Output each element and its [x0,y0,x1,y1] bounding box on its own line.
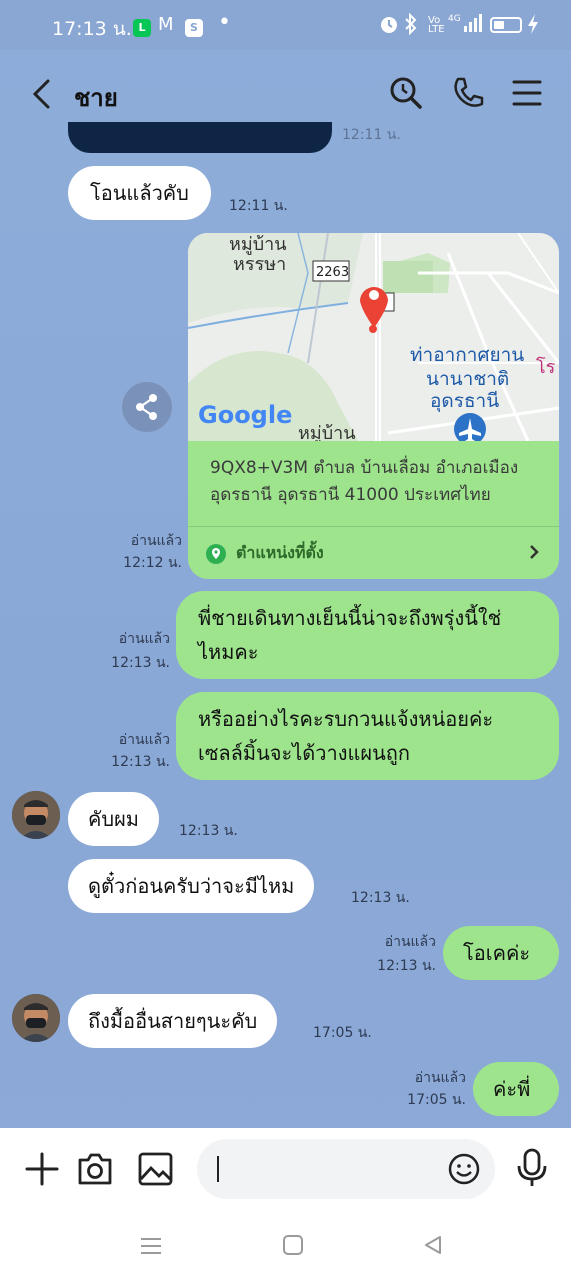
message-bubble-outgoing[interactable]: โอเคค่ะ [443,926,559,980]
system-nav-bar [0,1216,571,1280]
read-receipt: อ่านแล้ว [384,934,436,950]
message-time: 12:13 น. [179,823,238,839]
map-road-number: 2263 [316,265,349,280]
message-bubble-outgoing[interactable]: หรืออย่างไรคะรบกวนแจ้งหน่อยค่ะ เซลล์มิ้น… [176,692,559,780]
menu-icon[interactable] [512,76,546,110]
read-receipt: อ่านแล้ว [414,1070,466,1086]
message-text: คับผม [88,807,139,831]
location-address: 9QX8+V3M ตำบล บ้านเลื่อม อำเภอเมือง อุดร… [210,458,519,505]
divider [188,526,559,527]
s-app-icon: S [185,14,203,37]
location-label: ตำแหน่งที่ตั้ง [236,543,324,562]
message-text: ถึงมื้ออื่นสายๆนะคับ [88,1009,258,1033]
message-time: 12:13 น. [377,958,436,974]
message-bubble-incoming[interactable]: คับผม [68,792,159,846]
line-app-icon: L [133,14,151,37]
plus-icon[interactable] [23,1150,61,1188]
map-label: หมู่บ้าน [229,234,287,255]
message-bubble-outgoing[interactable]: พี่ชายเดินทางเย็นนี้น่าจะถึงพรุ่งนี้ใช่ไ… [176,591,559,679]
emoji-icon[interactable] [447,1152,481,1190]
bluetooth-icon [404,12,418,40]
map-label: หมู่บ้าน [298,423,356,441]
map-label: นานาชาติ [426,368,509,390]
recent-apps-icon[interactable] [139,1234,163,1262]
message-time: 12:11 น. [229,198,288,214]
map-preview[interactable]: 2263 หมู่บ้าน หรรษา ท่าอากาศยาน นานาชาติ… [188,233,559,445]
google-logo: Google [198,401,292,429]
avatar[interactable] [12,791,60,839]
network-label: 4G [448,14,461,24]
message-text: โอเคค่ะ [463,941,531,965]
message-time: 12:13 น. [111,655,170,671]
search-icon[interactable] [389,76,423,110]
message-text: หรืออย่างไรคะรบกวนแจ้งหน่อยค่ะ เซลล์มิ้น… [198,707,494,765]
message-input[interactable] [197,1139,495,1199]
image-icon[interactable] [137,1150,175,1188]
status-bar: 17:13 น. L M S • Vo LTE 4G [0,0,571,50]
read-receipt: อ่านแล้ว [118,631,170,647]
svg-text:โร: โร [536,356,556,378]
battery-icon [490,17,522,33]
message-text: โอนแล้วคับ [90,181,189,205]
message-time: 12:13 น. [111,754,170,770]
read-receipt: อ่านแล้ว [130,533,182,549]
message-bubble-incoming[interactable]: ถึงมื้ออื่นสายๆนะคับ [68,994,278,1048]
signal-icon: 4G [448,12,482,39]
share-button[interactable] [122,382,172,432]
message-input-bar [0,1128,571,1216]
chat-app: 17:13 น. L M S • Vo LTE 4G ชาย 12:11 น. … [0,0,571,1280]
message-text: ดูตั๋วก่อนครับว่าจะมีไหม [88,874,295,898]
message-time: 12:11 น. [342,127,401,143]
back-nav-icon[interactable] [422,1234,444,1260]
volte-icon: Vo LTE [428,15,445,35]
chat-header: ชาย [0,50,571,132]
notification-dot-icon: • [218,10,231,35]
message-time: 12:13 น. [351,890,410,906]
avatar[interactable] [12,994,60,1042]
message-bubble-incoming[interactable]: ดูตั๋วก่อนครับว่าจะมีไหม [68,859,315,913]
microphone-icon[interactable] [513,1148,551,1186]
message-bubble-outgoing[interactable]: ค่ะพี่ [473,1062,559,1116]
text-cursor [217,1156,219,1182]
alarm-icon [379,13,399,40]
message-time: 12:12 น. [123,555,182,571]
message-time: 17:05 น. [313,1025,372,1041]
charging-icon [527,13,539,40]
camera-icon[interactable] [76,1150,114,1188]
gmail-icon: M [158,14,174,35]
message-bubble-incoming[interactable]: โอนแล้วคับ [68,166,211,220]
read-receipt: อ่านแล้ว [118,732,170,748]
message-text: ค่ะพี่ [493,1077,531,1101]
map-label: ท่าอากาศยาน [410,344,524,366]
home-icon[interactable] [282,1234,304,1260]
message-bubble-partial[interactable] [68,122,332,153]
map-label: อุดรธานี [430,390,499,413]
phone-call-icon[interactable] [451,76,485,110]
back-button[interactable] [28,78,54,110]
chat-title: ชาย [74,84,118,112]
message-text: พี่ชายเดินทางเย็นนี้น่าจะถึงพรุ่งนี้ใช่ไ… [198,606,502,664]
status-time: 17:13 น. [52,18,132,40]
location-message-card[interactable]: 2263 หมู่บ้าน หรรษา ท่าอากาศยาน นานาชาติ… [188,233,559,579]
map-label: หรรษา [233,254,286,275]
location-pin-icon [205,543,227,569]
message-time: 17:05 น. [407,1092,466,1108]
chevron-right-icon [528,543,540,565]
